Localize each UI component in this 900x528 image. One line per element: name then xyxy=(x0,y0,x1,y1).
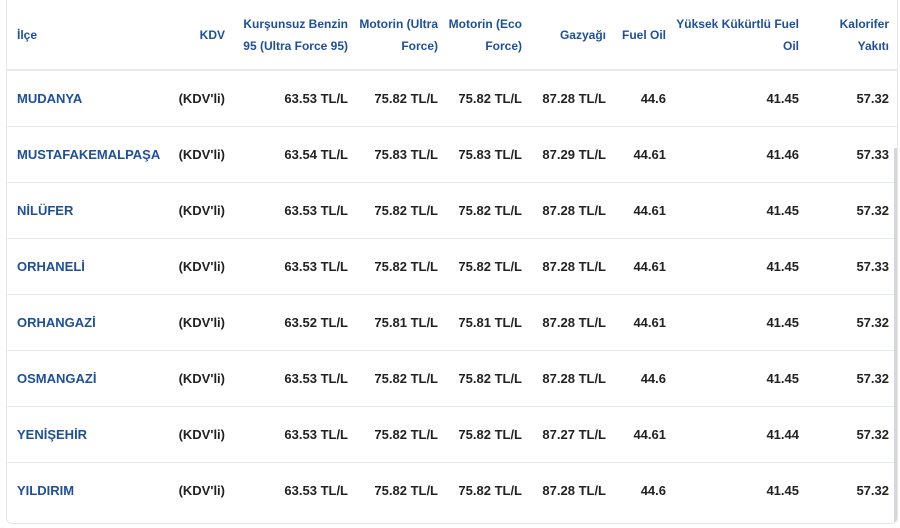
cell-district[interactable]: MUSTAFAKEMALPAŞA xyxy=(7,126,162,182)
cell-unleaded-95: 63.53 TL/L xyxy=(284,90,348,106)
cell-kerosene: 87.28 TL/L xyxy=(542,202,606,218)
cell-kerosene: 87.28 TL/L xyxy=(542,314,606,330)
cell-fuel-oil: 44.61 xyxy=(633,258,666,274)
cell-unleaded-95: 63.53 TL/L xyxy=(284,426,348,442)
cell-heating-fuel: 57.32 xyxy=(856,426,889,442)
cell-high-sulfur-fuel-oil: 41.45 xyxy=(766,90,799,106)
header-fuel-oil[interactable]: Fuel Oil xyxy=(616,0,676,70)
header-kdv[interactable]: KDV xyxy=(162,0,235,70)
cell-district[interactable]: ORHANGAZİ xyxy=(7,294,162,350)
cell-kdv: (KDV'li) xyxy=(178,426,225,442)
table-body: MUDANYA (KDV'li) 63.53 TL/L 75.82 TL/L 75.82… xyxy=(7,70,897,518)
cell-fuel-oil: 44.61 xyxy=(633,202,666,218)
cell-heating-fuel: 57.32 xyxy=(856,370,889,386)
cell-kdv: (KDV'li) xyxy=(178,370,225,386)
cell-high-sulfur-fuel-oil: 41.45 xyxy=(766,202,799,218)
cell-diesel-eco-force: 75.81 TL/L xyxy=(458,314,522,330)
cell-district[interactable]: MUDANYA xyxy=(7,70,162,126)
header-district[interactable]: İlçe xyxy=(7,0,162,70)
cell-district[interactable]: OSMANGAZİ xyxy=(7,350,162,406)
cell-diesel-eco-force: 75.82 TL/L xyxy=(458,258,522,274)
cell-fuel-oil: 44.61 xyxy=(633,426,666,442)
cell-kerosene: 87.29 TL/L xyxy=(542,146,606,162)
table-row: OSMANGAZİ (KDV'li) 63.53 TL/L 75.82 TL/L 75.… xyxy=(7,350,897,406)
cell-diesel-ultra-force: 75.82 TL/L xyxy=(374,202,438,218)
cell-diesel-ultra-force: 75.83 TL/L xyxy=(374,146,438,162)
cell-high-sulfur-fuel-oil: 41.45 xyxy=(766,258,799,274)
table-row: MUSTAFAKEMALPAŞA (KDV'li) 63.54 TL/L 75.83 … xyxy=(7,126,897,182)
header-kerosene[interactable]: Gazyağı xyxy=(532,0,616,70)
table-row: ORHANELİ (KDV'li) 63.53 TL/L 75.82 TL/L 75.8… xyxy=(7,238,897,294)
fuel-price-table: İlçe KDV Kurşunsuz Benzin 95 (Ultra Forc… xyxy=(7,0,897,518)
cell-diesel-eco-force: 75.83 TL/L xyxy=(458,146,522,162)
cell-high-sulfur-fuel-oil: 41.45 xyxy=(766,314,799,330)
cell-kdv: (KDV'li) xyxy=(178,202,225,218)
cell-diesel-eco-force: 75.82 TL/L xyxy=(458,426,522,442)
cell-heating-fuel: 57.32 xyxy=(856,202,889,218)
cell-kdv: (KDV'li) xyxy=(178,314,225,330)
cell-diesel-ultra-force: 75.82 TL/L xyxy=(374,370,438,386)
cell-diesel-eco-force: 75.82 TL/L xyxy=(458,370,522,386)
cell-unleaded-95: 63.53 TL/L xyxy=(284,482,348,498)
cell-district[interactable]: NİLÜFER xyxy=(7,182,162,238)
cell-unleaded-95: 63.53 TL/L xyxy=(284,370,348,386)
table-row: MUDANYA (KDV'li) 63.53 TL/L 75.82 TL/L 75.82… xyxy=(7,70,897,126)
cell-diesel-ultra-force: 75.82 TL/L xyxy=(374,426,438,442)
cell-district[interactable]: YENİŞEHİR xyxy=(7,406,162,462)
header-unleaded-95[interactable]: Kurşunsuz Benzin 95 (Ultra Force 95) xyxy=(235,0,358,70)
cell-heating-fuel: 57.33 xyxy=(856,258,889,274)
cell-diesel-ultra-force: 75.82 TL/L xyxy=(374,90,438,106)
cell-diesel-ultra-force: 75.82 TL/L xyxy=(374,258,438,274)
cell-kerosene: 87.28 TL/L xyxy=(542,482,606,498)
cell-high-sulfur-fuel-oil: 41.45 xyxy=(766,370,799,386)
cell-diesel-ultra-force: 75.81 TL/L xyxy=(374,314,438,330)
cell-fuel-oil: 44.61 xyxy=(633,314,666,330)
table-header-row: İlçe KDV Kurşunsuz Benzin 95 (Ultra Forc… xyxy=(7,0,897,70)
cell-high-sulfur-fuel-oil: 41.44 xyxy=(766,426,799,442)
cell-heating-fuel: 57.32 xyxy=(856,482,889,498)
cell-diesel-ultra-force: 75.82 TL/L xyxy=(374,482,438,498)
cell-unleaded-95: 63.54 TL/L xyxy=(284,146,348,162)
cell-unleaded-95: 63.53 TL/L xyxy=(284,202,348,218)
cell-heating-fuel: 57.33 xyxy=(856,146,889,162)
fuel-price-table-card: İlçe KDV Kurşunsuz Benzin 95 (Ultra Forc… xyxy=(6,0,898,524)
cell-diesel-eco-force: 75.82 TL/L xyxy=(458,202,522,218)
cell-diesel-eco-force: 75.82 TL/L xyxy=(458,482,522,498)
cell-heating-fuel: 57.32 xyxy=(856,314,889,330)
cell-kdv: (KDV'li) xyxy=(178,258,225,274)
cell-kerosene: 87.28 TL/L xyxy=(542,90,606,106)
header-diesel-eco-force[interactable]: Motorin (Eco Force) xyxy=(448,0,532,70)
table-row: YENİŞEHİR (KDV'li) 63.53 TL/L 75.82 TL/L 75.… xyxy=(7,406,897,462)
header-diesel-ultra-force[interactable]: Motorin (Ultra Force) xyxy=(358,0,448,70)
cell-high-sulfur-fuel-oil: 41.45 xyxy=(766,482,799,498)
cell-kerosene: 87.27 TL/L xyxy=(542,426,606,442)
cell-district[interactable]: YILDIRIM xyxy=(7,462,162,518)
cell-kerosene: 87.28 TL/L xyxy=(542,258,606,274)
header-high-sulfur-fuel-oil[interactable]: Yüksek Kükürtlü Fuel Oil xyxy=(676,0,809,70)
cell-unleaded-95: 63.53 TL/L xyxy=(284,258,348,274)
cell-diesel-eco-force: 75.82 TL/L xyxy=(458,90,522,106)
cell-unleaded-95: 63.52 TL/L xyxy=(284,314,348,330)
cell-fuel-oil: 44.6 xyxy=(640,90,666,106)
cell-fuel-oil: 44.61 xyxy=(633,146,666,162)
cell-district[interactable]: ORHANELİ xyxy=(7,238,162,294)
cell-kdv: (KDV'li) xyxy=(178,90,225,106)
header-heating-fuel[interactable]: Kalorifer Yakıtı xyxy=(809,0,897,70)
table-row: YILDIRIM (KDV'li) 63.53 TL/L 75.82 TL/L 75.8… xyxy=(7,462,897,518)
cell-fuel-oil: 44.6 xyxy=(640,370,666,386)
cell-heating-fuel: 57.32 xyxy=(856,90,889,106)
table-row: ORHANGAZİ (KDV'li) 63.52 TL/L 75.81 TL/L 75.… xyxy=(7,294,897,350)
cell-kdv: (KDV'li) xyxy=(178,482,225,498)
cell-high-sulfur-fuel-oil: 41.46 xyxy=(766,146,799,162)
table-row: NİLÜFER (KDV'li) 63.53 TL/L 75.82 TL/L 75.82… xyxy=(7,182,897,238)
vertical-scrollbar[interactable] xyxy=(894,148,897,523)
cell-kerosene: 87.28 TL/L xyxy=(542,370,606,386)
cell-fuel-oil: 44.6 xyxy=(640,482,666,498)
cell-kdv: (KDV'li) xyxy=(178,146,225,162)
